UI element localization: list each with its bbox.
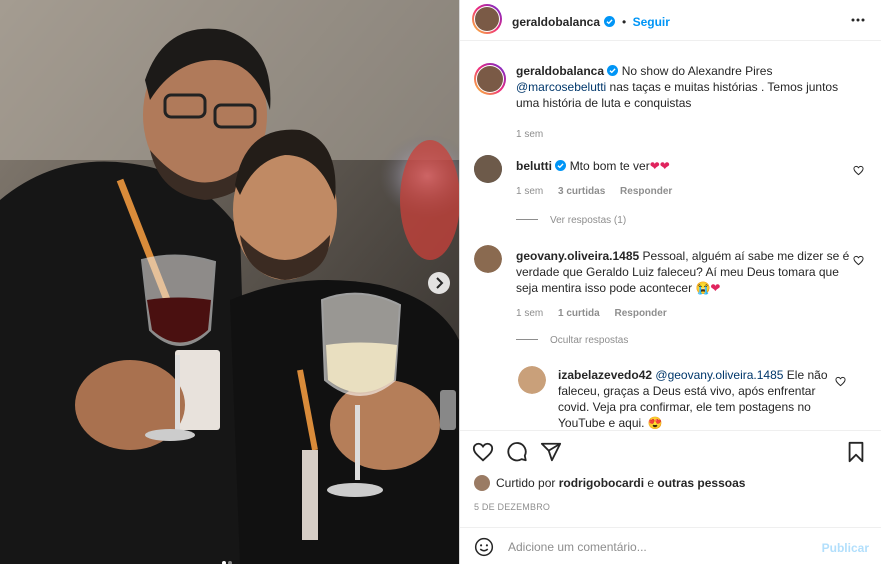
- verified-badge-icon: [604, 16, 616, 27]
- caption-username[interactable]: geraldobalanca: [516, 64, 604, 78]
- caption-time: 1 sem: [516, 129, 544, 140]
- share-paper-plane-icon[interactable]: [540, 441, 562, 463]
- author-avatar[interactable]: [472, 4, 502, 34]
- view-replies-label: Ver respostas (1): [550, 215, 627, 226]
- comment-emoji: 😭❤: [695, 281, 721, 295]
- liker-avatar[interactable]: [474, 475, 490, 491]
- liked-by-prefix: Curtido por: [496, 476, 559, 490]
- verified-badge-icon: [555, 160, 567, 171]
- post-header: geraldobalanca • Seguir: [460, 0, 881, 41]
- save-bookmark-icon[interactable]: [845, 441, 867, 463]
- post-panel: geraldobalanca • Seguir geraldobalanca N…: [459, 0, 881, 564]
- comment-time: 1 sem: [516, 186, 544, 197]
- author-username[interactable]: geraldobalanca: [512, 15, 600, 29]
- replier-avatar[interactable]: [518, 366, 546, 394]
- reply-username[interactable]: izabelazevedo42: [558, 368, 652, 382]
- follow-button[interactable]: Seguir: [633, 15, 670, 29]
- reply-emoji: 😍: [647, 416, 663, 430]
- caption-mention[interactable]: @marcosebelutti: [516, 80, 606, 94]
- comment-meta: 1 sem 3 curtidas Responder: [516, 184, 856, 200]
- publish-button[interactable]: Publicar: [822, 541, 869, 555]
- caption-text: No show do Alexandre Pires: [621, 64, 773, 78]
- comment-bubble-icon[interactable]: [506, 441, 528, 463]
- comment-username[interactable]: belutti: [516, 159, 552, 173]
- comment-time: 1 sem: [516, 308, 544, 319]
- liked-by-and: e: [644, 476, 658, 490]
- comment-username[interactable]: geovany.oliveira.1485: [516, 249, 639, 263]
- carousel-indicator: [221, 552, 233, 564]
- like-comment-heart-icon[interactable]: [853, 255, 864, 266]
- reply-button[interactable]: Responder: [614, 308, 666, 319]
- like-comment-heart-icon[interactable]: [853, 165, 864, 176]
- post-actions: [460, 430, 881, 471]
- next-photo-button[interactable]: [428, 272, 450, 294]
- comment-emoji: ❤❤: [649, 159, 670, 173]
- comment-input[interactable]: [506, 536, 810, 558]
- comment-likes[interactable]: 1 curtida: [558, 308, 600, 319]
- comment-meta: 1 sem 1 curtida Responder: [516, 306, 856, 322]
- instagram-post-modal: geraldobalanca • Seguir geraldobalanca N…: [0, 0, 881, 564]
- commenter-avatar[interactable]: [474, 245, 502, 273]
- caption-avatar[interactable]: [474, 63, 506, 95]
- emoji-smiley-icon[interactable]: [474, 537, 494, 557]
- liked-by-user[interactable]: rodrigobocardi: [559, 476, 644, 490]
- hide-replies-label: Ocultar respostas: [550, 335, 629, 346]
- post-image: [0, 0, 459, 564]
- view-replies-button[interactable]: Ver respostas (1): [516, 215, 626, 226]
- post-date[interactable]: 5 DE DEZEMBRO: [474, 502, 550, 512]
- reply-mention[interactable]: @geovany.oliveira.1485: [655, 368, 783, 382]
- comment-composer: Publicar: [460, 527, 881, 565]
- comment-likes[interactable]: 3 curtidas: [558, 186, 605, 197]
- liked-by-others[interactable]: outras pessoas: [657, 476, 745, 490]
- comments-scroll[interactable]: geraldobalanca No show do Alexandre Pire…: [460, 41, 881, 430]
- like-heart-icon[interactable]: [472, 441, 494, 463]
- comment-text: Mto bom te ver: [569, 159, 650, 173]
- more-horizontal-icon[interactable]: [851, 14, 865, 26]
- verified-badge-icon: [607, 65, 619, 76]
- post-photo[interactable]: [0, 0, 459, 564]
- reply-button[interactable]: Responder: [620, 186, 672, 197]
- like-comment-heart-icon[interactable]: [835, 376, 846, 387]
- hide-replies-button[interactable]: Ocultar respostas: [516, 335, 628, 346]
- chevron-right-icon: [436, 277, 444, 289]
- commenter-avatar[interactable]: [474, 155, 502, 183]
- liked-by: Curtido por rodrigobocardi e outras pess…: [474, 475, 745, 491]
